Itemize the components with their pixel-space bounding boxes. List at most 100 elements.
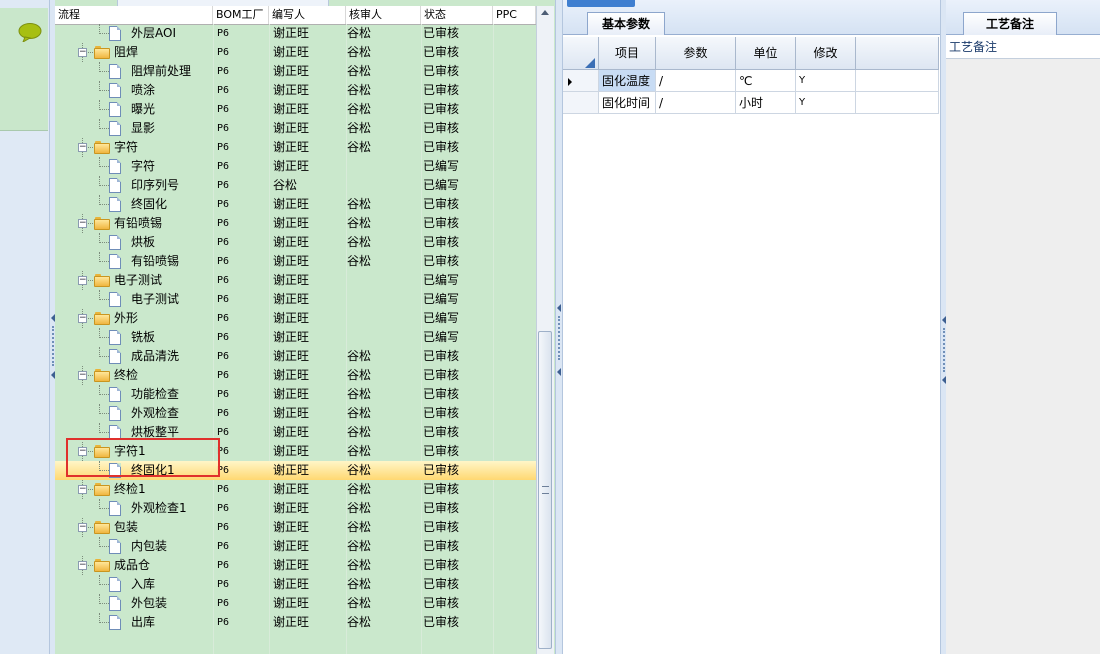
tree-item-row[interactable]: 终固化1 P6 谢正旺 谷松 已审核 (55, 461, 536, 480)
tree-item-row[interactable]: 功能检查 P6 谢正旺 谷松 已审核 (55, 385, 536, 404)
tree-folder-row[interactable]: − 阻焊 P6 谢正旺 谷松 已审核 (55, 43, 536, 62)
author-cell: 谢正旺 (273, 330, 310, 344)
bom-factory-cell: P6 (217, 104, 230, 115)
expander-minus-icon[interactable]: − (78, 219, 87, 228)
middle-splitter[interactable] (555, 0, 563, 654)
document-icon (109, 406, 121, 421)
collapse-icon[interactable] (557, 368, 561, 376)
tree-item-row[interactable]: 外层AOI P6 谢正旺 谷松 已审核 (55, 24, 536, 43)
bom-factory-cell: P6 (217, 389, 230, 400)
tree-folder-row[interactable]: − 字符1 P6 谢正旺 谷松 已审核 (55, 442, 536, 461)
tree-item-row[interactable]: 喷涂 P6 谢正旺 谷松 已审核 (55, 81, 536, 100)
expander-minus-icon[interactable]: − (78, 314, 87, 323)
tree-node-label: 出库 (131, 615, 156, 629)
folder-icon (94, 46, 110, 59)
status-cell: 已审核 (423, 140, 460, 154)
tree-item-row[interactable]: 阻焊前处理 P6 谢正旺 谷松 已审核 (55, 62, 536, 81)
tree-item-row[interactable]: 铣板 P6 谢正旺 已编写 (55, 328, 536, 347)
reviewer-cell: 谷松 (347, 387, 372, 401)
tree-folder-row[interactable]: − 电子测试 P6 谢正旺 已编写 (55, 271, 536, 290)
expander-minus-icon[interactable]: − (78, 143, 87, 152)
tree-item-row[interactable]: 印序列号 P6 谷松 已编写 (55, 176, 536, 195)
tree-connector (99, 394, 109, 395)
col-header-process[interactable]: 流程 (55, 6, 213, 24)
tree-item-row[interactable]: 内包装 P6 谢正旺 谷松 已审核 (55, 537, 536, 556)
scroll-thumb[interactable] (538, 331, 552, 649)
tab-process-notes[interactable]: 工艺备注 (963, 12, 1057, 35)
row-header[interactable] (563, 70, 599, 92)
scroll-grip (542, 486, 549, 494)
status-cell: 已审核 (423, 501, 460, 515)
cell-item[interactable]: 固化时间 (599, 92, 656, 114)
expander-minus-icon[interactable]: − (78, 523, 87, 532)
tree-item-row[interactable]: 外包装 P6 谢正旺 谷松 已审核 (55, 594, 536, 613)
tree-folder-row[interactable]: − 字符 P6 谢正旺 谷松 已审核 (55, 138, 536, 157)
cell-param[interactable]: / (656, 70, 736, 92)
col-header-status[interactable]: 状态 (421, 6, 493, 24)
folder-icon (94, 369, 110, 382)
tree-node-label: 功能检查 (131, 387, 180, 401)
tree-item-row[interactable]: 有铅喷锡 P6 谢正旺 谷松 已审核 (55, 252, 536, 271)
col-header-ppc[interactable]: PPC (493, 6, 536, 24)
author-cell: 谢正旺 (273, 615, 310, 629)
author-cell: 谢正旺 (273, 102, 310, 116)
reviewer-cell: 谷松 (347, 615, 372, 629)
tree-folder-row[interactable]: − 终检 P6 谢正旺 谷松 已审核 (55, 366, 536, 385)
tree-item-row[interactable]: 电子测试 P6 谢正旺 已编写 (55, 290, 536, 309)
tree-folder-row[interactable]: − 成品仓 P6 谢正旺 谷松 已审核 (55, 556, 536, 575)
tree-item-row[interactable]: 终固化 P6 谢正旺 谷松 已审核 (55, 195, 536, 214)
tree-item-row[interactable]: 烘板整平 P6 谢正旺 谷松 已审核 (55, 423, 536, 442)
tree-folder-row[interactable]: − 有铅喷锡 P6 谢正旺 谷松 已审核 (55, 214, 536, 233)
collapse-icon[interactable] (557, 304, 561, 312)
tree-item-row[interactable]: 字符 P6 谢正旺 已编写 (55, 157, 536, 176)
tree-item-row[interactable]: 烘板 P6 谢正旺 谷松 已审核 (55, 233, 536, 252)
grid-header-item[interactable]: 项目 (599, 37, 656, 70)
status-cell: 已审核 (423, 444, 460, 458)
tree-node-label: 外形 (114, 311, 139, 325)
expander-minus-icon[interactable]: − (78, 485, 87, 494)
cell-modify[interactable]: Y (796, 70, 856, 92)
expander-minus-icon[interactable]: − (78, 371, 87, 380)
tree-folder-row[interactable]: − 外形 P6 谢正旺 已编写 (55, 309, 536, 328)
tree-item-row[interactable]: 成品清洗 P6 谢正旺 谷松 已审核 (55, 347, 536, 366)
scroll-up-icon[interactable] (541, 10, 549, 15)
grid-header-param[interactable]: 参数 (656, 37, 736, 70)
hidden-tab[interactable] (567, 0, 635, 7)
tree-item-row[interactable]: 显影 P6 谢正旺 谷松 已审核 (55, 119, 536, 138)
document-icon (109, 254, 121, 269)
chat-button[interactable] (0, 8, 48, 49)
cell-unit[interactable]: ℃ (736, 70, 796, 92)
author-cell: 谢正旺 (273, 121, 310, 135)
status-cell: 已审核 (423, 64, 460, 78)
tree-item-row[interactable]: 曝光 P6 谢正旺 谷松 已审核 (55, 100, 536, 119)
tree-connector (99, 90, 109, 91)
cell-modify[interactable]: Y (796, 92, 856, 114)
tree-item-row[interactable]: 外观检查 P6 谢正旺 谷松 已审核 (55, 404, 536, 423)
cell-item[interactable]: 固化温度 (599, 70, 656, 92)
col-header-bom[interactable]: BOM工厂 (213, 6, 269, 24)
reviewer-cell: 谷松 (347, 444, 372, 458)
col-header-reviewer[interactable]: 核审人 (346, 6, 421, 24)
tree-folder-row[interactable]: − 终检1 P6 谢正旺 谷松 已审核 (55, 480, 536, 499)
tab-basic-params[interactable]: 基本参数 (587, 12, 665, 35)
document-icon (109, 349, 121, 364)
tree-scrollbar[interactable] (536, 6, 554, 654)
grid-header-unit[interactable]: 单位 (736, 37, 796, 70)
expander-minus-icon[interactable]: − (78, 447, 87, 456)
expander-minus-icon[interactable]: − (78, 48, 87, 57)
col-header-author[interactable]: 编写人 (269, 6, 346, 24)
expander-minus-icon[interactable]: − (78, 276, 87, 285)
grid-corner[interactable] (563, 37, 599, 70)
document-icon (109, 330, 121, 345)
tree-item-row[interactable]: 出库 P6 谢正旺 谷松 已审核 (55, 613, 536, 632)
row-header[interactable] (563, 92, 599, 114)
tree-folder-row[interactable]: − 包装 P6 谢正旺 谷松 已审核 (55, 518, 536, 537)
folder-icon (94, 521, 110, 534)
grid-header-filler (856, 37, 939, 70)
cell-param[interactable]: / (656, 92, 736, 114)
tree-item-row[interactable]: 外观检查1 P6 谢正旺 谷松 已审核 (55, 499, 536, 518)
expander-minus-icon[interactable]: − (78, 561, 87, 570)
grid-header-modify[interactable]: 修改 (796, 37, 856, 70)
tree-item-row[interactable]: 入库 P6 谢正旺 谷松 已审核 (55, 575, 536, 594)
cell-unit[interactable]: 小时 (736, 92, 796, 114)
